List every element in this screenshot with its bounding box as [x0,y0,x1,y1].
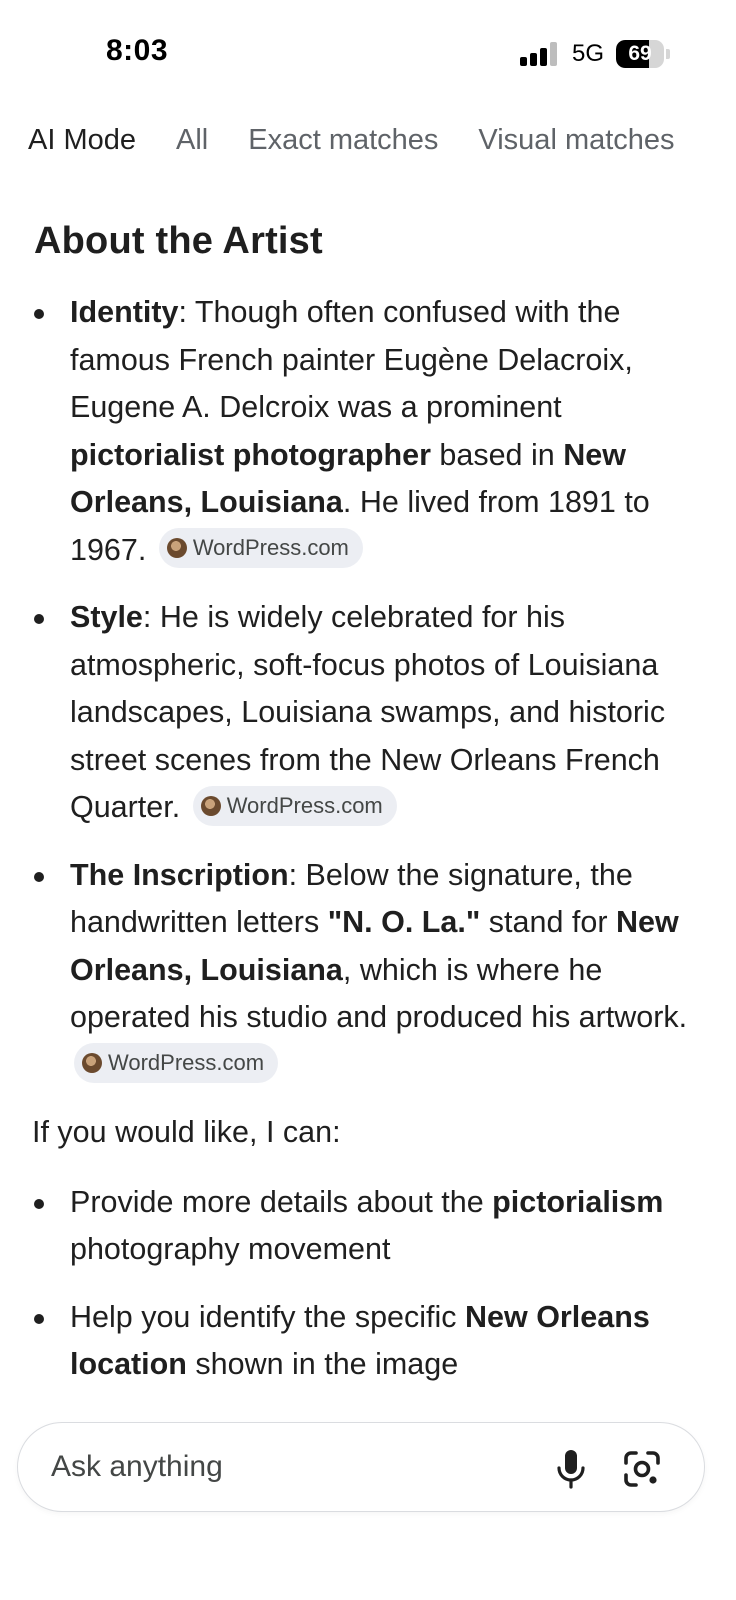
search-mode-tabs: AI Mode All Exact matches Visual matches [28,124,715,157]
microphone-icon[interactable] [556,1449,586,1489]
source-favicon-icon [82,1053,102,1074]
ask-input[interactable]: Ask anything [51,1423,223,1511]
screen: 8:03 5G 69 AI Mode All Exact matches Vis… [0,0,736,1600]
source-chip[interactable]: WordPress.com [74,1043,279,1084]
follow-up-item: Provide more details about the pictorial… [34,1179,714,1274]
status-time: 8:03 [106,34,169,67]
bullet-bold: "N. O. La." [327,905,481,939]
bullet-bold: pictorialism [492,1184,664,1219]
source-chip[interactable]: WordPress.com [158,528,363,569]
list-item-style: Style: He is widely celebrated for his a… [34,594,714,832]
battery-nub [666,49,670,59]
source-favicon-icon [200,795,221,816]
source-label: WordPress.com [226,792,383,818]
status-bar: 8:03 5G 69 [0,0,736,100]
ask-input-bar[interactable]: Ask anything [17,1422,705,1512]
google-lens-icon[interactable] [622,1449,662,1489]
signal-strength-icon [520,42,560,66]
bullet-bold: pictorialist photographer [70,437,431,472]
tab-exact-matches[interactable]: Exact matches [248,124,438,157]
tab-ai-mode[interactable]: AI Mode [28,124,136,157]
list-item-identity: Identity: Though often confused with the… [34,289,714,574]
battery-icon: 69 [616,40,664,68]
battery-level: 69 [628,42,652,65]
section-heading: About the Artist [34,220,323,262]
artist-facts-list: Identity: Though often confused with the… [34,289,714,1089]
list-item-inscription: The Inscription: Below the signature, th… [34,852,714,1090]
bullet-term: Identity [70,295,179,329]
source-label: WordPress.com [108,1050,265,1076]
follow-up-item: Help you identify the specific New Orlea… [34,1294,714,1389]
tab-all[interactable]: All [176,124,208,157]
source-favicon-icon [166,538,187,559]
bullet-text: Provide more details about the [70,1184,493,1219]
bullet-term: Style [70,600,143,634]
tab-visual-matches[interactable]: Visual matches [478,124,674,157]
source-chip[interactable]: WordPress.com [192,785,397,826]
bullet-term: The Inscription [70,857,289,892]
bullet-text: photography movement [70,1232,391,1266]
bullet-text: Help you identify the specific [70,1299,466,1334]
follow-up-intro: If you would like, I can: [32,1115,341,1149]
network-type: 5G [572,40,605,67]
ai-response: About the Artist Identity: Though often … [32,220,714,1409]
source-label: WordPress.com [192,535,349,561]
bullet-text: based in [430,437,564,472]
bullet-text: stand for [480,905,616,939]
bullet-text: shown in the image [186,1347,459,1381]
follow-up-options: Provide more details about the pictorial… [34,1179,714,1389]
